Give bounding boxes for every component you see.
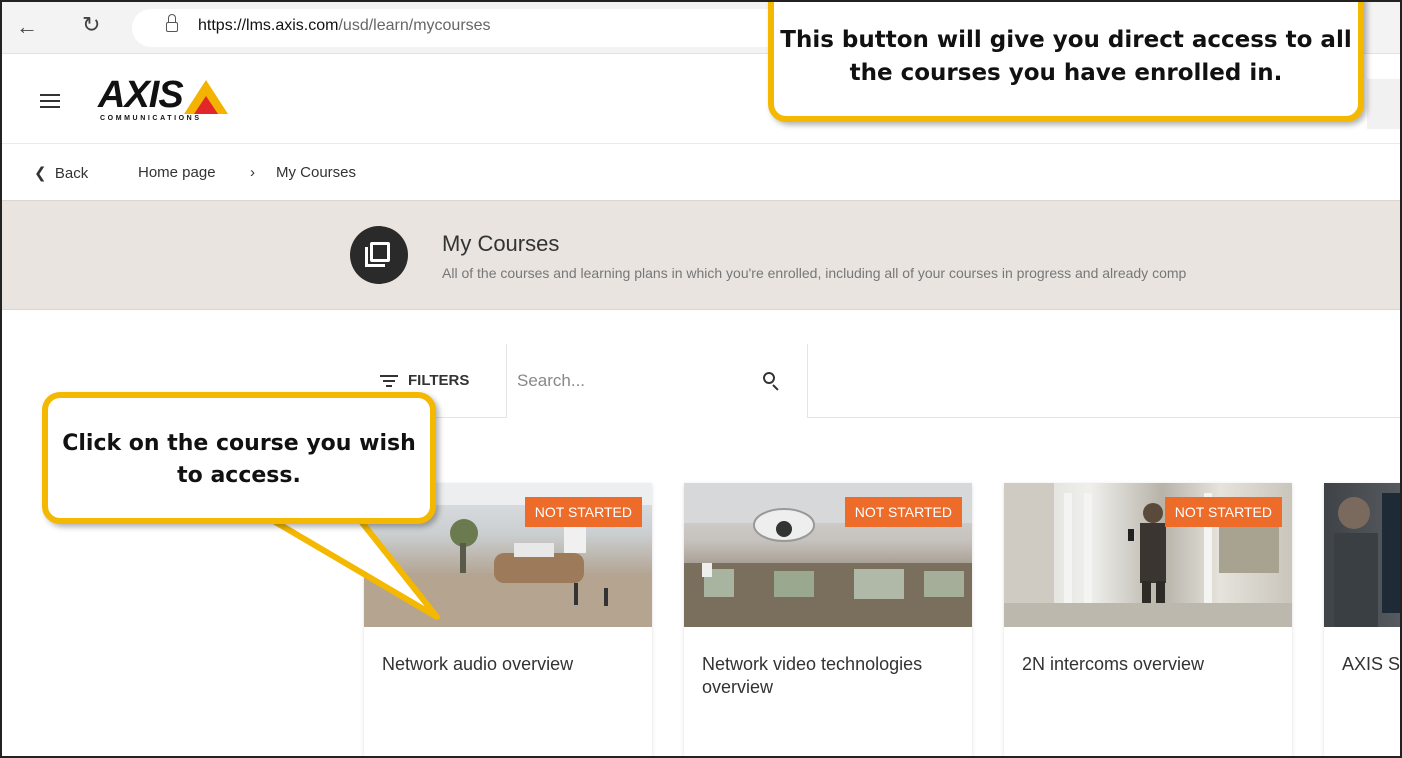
url-text[interactable]: https://lms.axis.com/usd/learn/mycourses [198,17,491,35]
breadcrumb: ❮ Back Home page › My Courses [2,144,1400,200]
course-card-2n-intercoms[interactable]: NOT STARTED 2N intercoms overview [1004,483,1292,756]
course-card-network-video[interactable]: NOT STARTED Network video technologies o… [684,483,972,756]
status-badge: NOT STARTED [844,497,962,527]
breadcrumb-separator: › [250,164,255,181]
logo-subtext: COMMUNICATIONS [100,115,202,122]
course-title[interactable]: AXIS S [1342,653,1400,676]
url-path: /usd/learn/mycourses [338,17,491,34]
search-icon[interactable] [763,372,779,391]
back-button[interactable]: ❮ Back [34,164,88,182]
course-image [1334,493,1400,627]
course-card-network-audio[interactable]: NOT STARTED Network audio overview [364,483,652,756]
url-host: https://lms.axis.com [198,17,339,34]
filters-label: FILTERS [408,372,470,389]
my-courses-icon [350,226,408,284]
lock-icon[interactable] [166,14,178,33]
status-badge: NOT STARTED [524,497,642,527]
breadcrumb-current: My Courses [276,164,357,181]
course-thumbnail[interactable]: NOT STARTED [684,483,972,627]
callout-top-text: This button will give you direct access … [780,27,1352,87]
back-label: Back [54,165,89,182]
hamburger-icon[interactable] [40,94,60,108]
chevron-left-icon: ❮ [34,165,47,182]
axis-logo[interactable]: AXIS COMMUNICATIONS [98,74,238,124]
breadcrumb-home[interactable]: Home page [138,164,216,181]
callout-my-courses-button: This button will give you direct access … [768,2,1364,122]
page-subtitle: All of the courses and learning plans in… [442,265,1187,281]
course-card-axis[interactable]: AXIS S [1324,483,1400,756]
callout-left-text: Click on the course you wish to access. [62,431,416,488]
logo-triangle-red-icon [194,96,218,114]
screenshot-frame: ← ↻ https://lms.axis.com/usd/learn/mycou… [0,0,1402,758]
status-badge: NOT STARTED [1164,497,1282,527]
course-title[interactable]: Network audio overview [382,653,632,676]
reload-icon[interactable]: ↻ [82,12,100,38]
course-title[interactable]: 2N intercoms overview [1022,653,1272,676]
callout-click-course: Click on the course you wish to access. [42,392,436,524]
search-box [506,344,808,418]
course-title[interactable]: Network video technologies overview [702,653,952,700]
filters-bar: FILTERS [362,344,1400,418]
logo-wordmark: AXIS [98,74,184,116]
course-thumbnail[interactable]: NOT STARTED [1004,483,1292,627]
back-arrow-icon[interactable]: ← [16,14,38,40]
course-thumbnail[interactable] [1324,483,1400,627]
search-input[interactable] [517,366,747,396]
page-title: My Courses [442,231,560,256]
page-banner: My Courses All of the courses and learni… [2,200,1400,310]
filter-icon [380,375,398,387]
header-right-area [1367,79,1400,129]
